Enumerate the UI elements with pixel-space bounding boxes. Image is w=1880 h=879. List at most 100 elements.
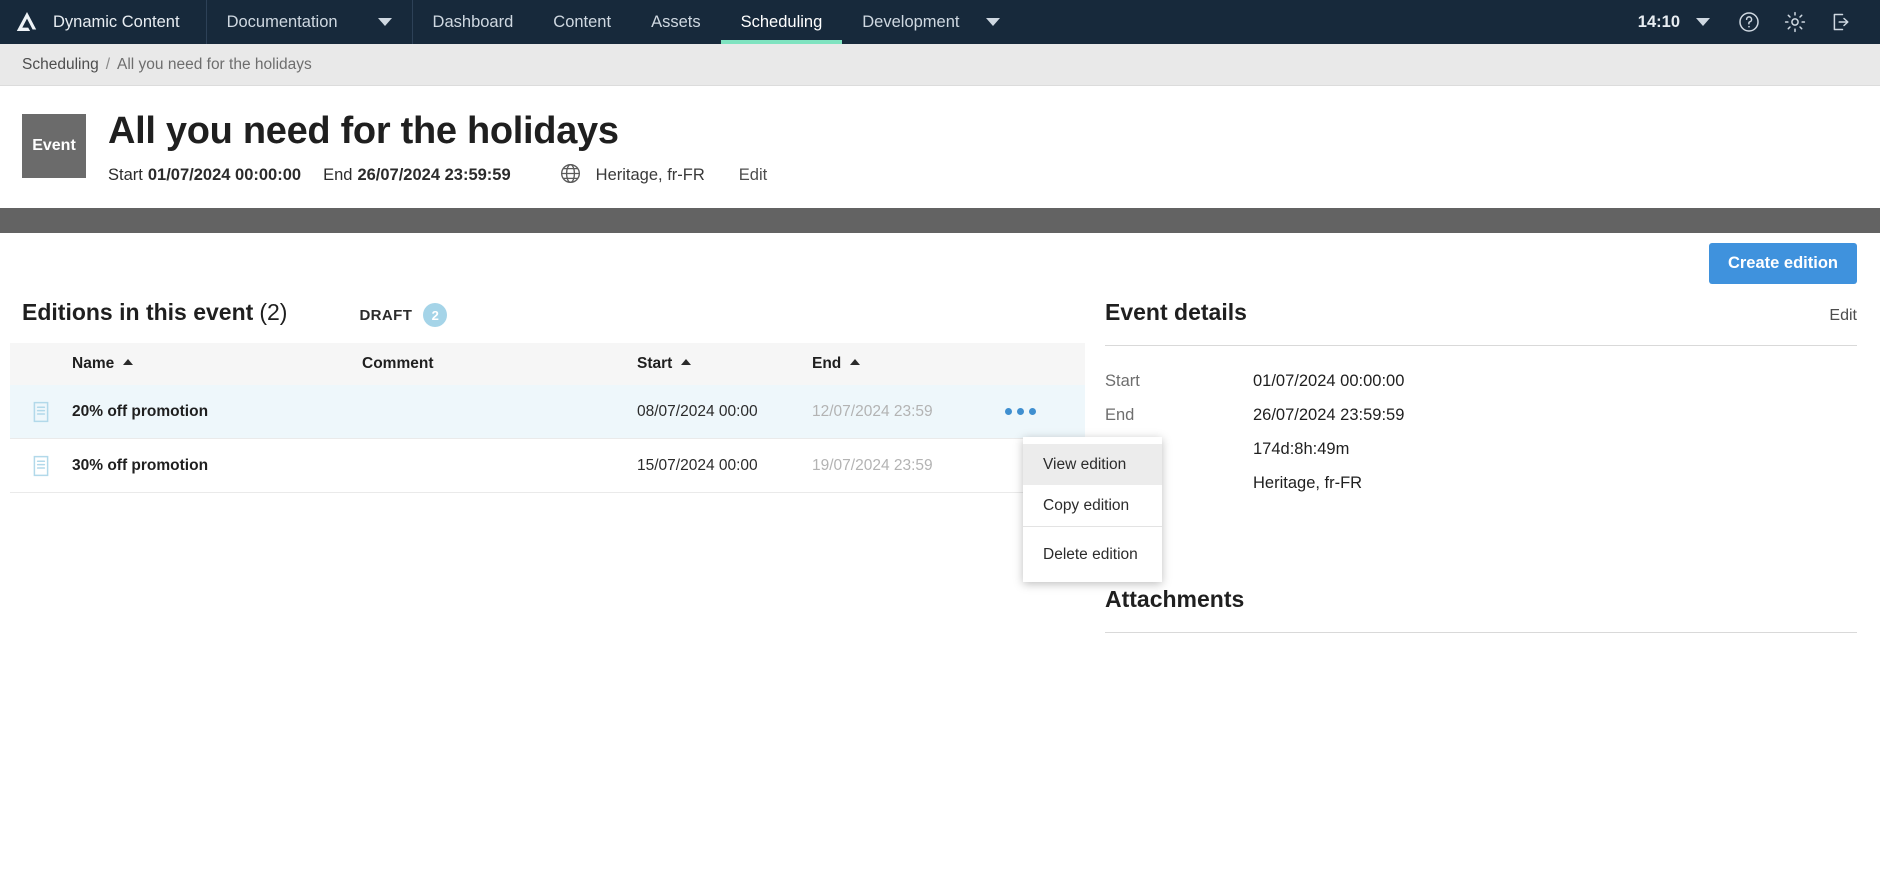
sort-ascending-icon[interactable] (850, 359, 861, 366)
detail-row: Heritage, fr-FR (1105, 474, 1857, 493)
tab-draft-label: DRAFT (359, 306, 413, 324)
table-row[interactable]: 30% off promotion 15/07/2024 00:00 19/07… (10, 439, 1085, 494)
tab-draft-badge: 2 (423, 303, 448, 328)
menu-item-view-edition[interactable]: View edition (1023, 444, 1162, 485)
event-edit-link[interactable]: Edit (739, 166, 767, 185)
row-end: 19/07/2024 23:59 (812, 456, 933, 474)
column-header-name[interactable]: Name (72, 355, 362, 373)
amplience-logo-icon[interactable] (14, 9, 40, 35)
event-locale-group: Heritage, fr-FR (559, 162, 705, 190)
nav-item-label: Dashboard (432, 12, 514, 31)
create-edition-button[interactable]: Create edition (1708, 243, 1857, 285)
event-locale-value: Heritage, fr-FR (595, 166, 705, 185)
breadcrumb-root[interactable]: Scheduling (22, 56, 99, 74)
event-details-list: Start 01/07/2024 00:00:00 End 26/07/2024… (1105, 372, 1857, 493)
column-header-label: End (812, 355, 842, 373)
action-row: Create edition (0, 233, 1880, 295)
row-context-menu: View edition Copy edition Delete edition (1023, 437, 1162, 582)
nav-item-assets[interactable]: Assets (631, 0, 721, 44)
event-details-panel: Event details Edit Start 01/07/2024 00:0… (1085, 295, 1880, 633)
row-end: 12/07/2024 23:59 (812, 402, 933, 420)
event-details-title: Event details (1105, 298, 1247, 325)
editions-table: Name Comment Start End 20% off promotion… (10, 343, 1085, 494)
clock-time: 14:10 (1637, 12, 1680, 31)
event-type-badge: Event (22, 114, 86, 178)
nav-item-documentation[interactable]: Documentation (207, 0, 413, 44)
row-name: 20% off promotion (72, 402, 209, 420)
column-header-label: Start (637, 355, 673, 373)
menu-item-copy-edition[interactable]: Copy edition (1023, 485, 1162, 526)
event-header-text: All you need for the holidays Start 01/0… (108, 110, 767, 190)
event-start-value: 01/07/2024 00:00:00 (147, 166, 302, 185)
detail-value: 01/07/2024 00:00:00 (1253, 371, 1405, 390)
time-chevron-down-icon[interactable] (1680, 0, 1726, 44)
row-actions (987, 408, 1085, 416)
table-header-row: Name Comment Start End (10, 343, 1085, 386)
row-start: 08/07/2024 00:00 (637, 402, 758, 420)
column-header-label: Comment (362, 355, 434, 373)
detail-row: start 174d:8h:49m (1105, 440, 1857, 459)
detail-row: Start 01/07/2024 00:00:00 (1105, 372, 1857, 391)
detail-value: 26/07/2024 23:59:59 (1253, 405, 1405, 424)
column-header-comment[interactable]: Comment (362, 355, 637, 373)
nav-item-development[interactable]: Development (842, 0, 1019, 44)
help-circle-icon[interactable] (1726, 0, 1772, 44)
table-row[interactable]: 20% off promotion 08/07/2024 00:00 12/07… (10, 385, 1085, 440)
edition-document-icon (10, 455, 72, 477)
detail-row: End 26/07/2024 23:59:59 (1105, 406, 1857, 425)
nav-item-label: Content (553, 12, 612, 31)
gear-icon[interactable] (1772, 0, 1818, 44)
row-start: 15/07/2024 00:00 (637, 456, 758, 474)
attachments-title: Attachments (1105, 585, 1245, 612)
breadcrumb: Scheduling / All you need for the holida… (0, 44, 1880, 86)
globe-icon (559, 162, 582, 190)
page-title: All you need for the holidays (108, 110, 619, 152)
editions-header: Editions in this event (2) DRAFT 2 (10, 295, 1085, 328)
chevron-down-icon[interactable] (377, 18, 392, 26)
detail-value: 174d:8h:49m (1253, 439, 1350, 458)
detail-label: End (1105, 405, 1135, 424)
nav-item-label: Documentation (226, 12, 338, 31)
sort-ascending-icon[interactable] (123, 359, 134, 366)
event-end-value: 26/07/2024 23:59:59 (357, 166, 511, 185)
nav-item-scheduling[interactable]: Scheduling (720, 0, 843, 44)
column-header-end[interactable]: End (812, 355, 987, 373)
nav-item-content[interactable]: Content (533, 0, 631, 44)
event-start-label: Start (108, 166, 143, 185)
sort-ascending-icon[interactable] (681, 359, 692, 366)
brand-group[interactable]: Dynamic Content (0, 0, 207, 44)
menu-spacer (1023, 527, 1162, 534)
nav-right-group: 14:10 (1638, 0, 1880, 44)
tab-draft[interactable]: DRAFT 2 (359, 303, 448, 328)
divider (1105, 344, 1857, 346)
breadcrumb-separator: / (105, 55, 111, 73)
detail-value: Heritage, fr-FR (1253, 473, 1363, 492)
more-options-icon[interactable] (1005, 408, 1036, 416)
attachments-panel: Attachments (1105, 586, 1857, 633)
menu-spacer (1023, 575, 1162, 582)
sign-out-icon[interactable] (1818, 0, 1864, 44)
chevron-down-icon[interactable] (985, 18, 1000, 26)
menu-item-delete-edition[interactable]: Delete edition (1023, 534, 1162, 575)
timeline-divider-bar (0, 207, 1880, 233)
editions-panel: Editions in this event (2) DRAFT 2 Name … (0, 295, 1085, 633)
breadcrumb-current: All you need for the holidays (117, 55, 312, 73)
nav-item-label: Development (862, 12, 960, 31)
content-area: Editions in this event (2) DRAFT 2 Name … (0, 295, 1880, 633)
event-details-header: Event details Edit (1105, 295, 1857, 326)
editions-count: (2) (259, 298, 288, 325)
edition-document-icon (10, 401, 72, 423)
column-header-start[interactable]: Start (637, 355, 812, 373)
row-name: 30% off promotion (72, 456, 209, 474)
divider (1105, 631, 1857, 633)
event-details-edit-link[interactable]: Edit (1829, 307, 1857, 325)
editions-title: Editions in this event (22, 298, 254, 325)
nav-item-dashboard[interactable]: Dashboard (413, 0, 534, 44)
event-header: Event All you need for the holidays Star… (0, 86, 1880, 208)
nav-items: Documentation Dashboard Content Assets S… (207, 0, 1020, 44)
detail-label: Start (1105, 371, 1140, 390)
column-header-label: Name (72, 355, 115, 373)
nav-item-label: Scheduling (740, 12, 823, 31)
nav-item-label: Assets (651, 12, 701, 31)
event-meta: Start 01/07/2024 00:00:00 End 26/07/2024… (108, 162, 767, 190)
